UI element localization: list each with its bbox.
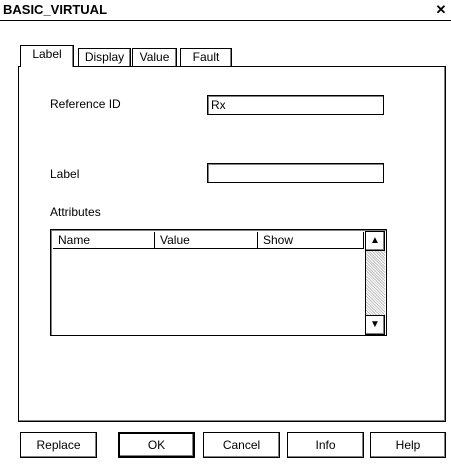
column-header-show-text: Show <box>263 233 294 247</box>
title-bar[interactable]: BASIC_VIRTUAL ✕ <box>0 0 451 21</box>
replace-button[interactable]: Replace <box>20 432 97 458</box>
column-header-name-text: Name <box>58 233 91 247</box>
attributes-table[interactable]: Name Value Show ▲ ▼ <box>50 229 387 336</box>
column-header-value-text: Value <box>160 233 190 247</box>
tab-fault[interactable]: Fault <box>180 48 232 66</box>
attributes-scrollbar[interactable]: ▲ ▼ <box>365 231 385 335</box>
close-icon[interactable]: ✕ <box>434 3 448 17</box>
tab-display-text: Display <box>84 50 125 64</box>
tab-value[interactable]: Value <box>132 48 177 66</box>
help-button[interactable]: Help <box>370 432 446 458</box>
column-header-name[interactable]: Name <box>53 232 155 249</box>
scroll-down-icon: ▼ <box>370 319 380 330</box>
column-header-value[interactable]: Value <box>155 232 258 249</box>
scroll-up-icon: ▲ <box>370 235 380 246</box>
scroll-down-button[interactable]: ▼ <box>365 315 385 335</box>
window-title: BASIC_VIRTUAL <box>3 2 108 17</box>
tab-value-text: Value <box>139 50 170 64</box>
scroll-track[interactable] <box>365 251 385 315</box>
ok-button[interactable]: OK <box>118 432 195 458</box>
tab-fault-text: Fault <box>192 50 220 64</box>
tab-label[interactable]: Label <box>20 45 74 67</box>
cancel-button[interactable]: Cancel <box>203 432 280 458</box>
label-field-label: Label <box>50 167 80 181</box>
tab-display[interactable]: Display <box>78 48 131 66</box>
reference-id-label: Reference ID <box>50 97 121 111</box>
dialog-window: BASIC_VIRTUAL ✕ Label Display Value Faul… <box>0 0 451 473</box>
label-input[interactable] <box>207 163 384 183</box>
attributes-label: Attributes <box>50 205 101 219</box>
reference-id-input[interactable]: Rx <box>207 95 384 115</box>
info-button[interactable]: Info <box>287 432 364 458</box>
scroll-up-button[interactable]: ▲ <box>365 231 385 251</box>
column-header-show[interactable]: Show <box>258 232 364 249</box>
tab-label-text: Label <box>32 47 62 61</box>
